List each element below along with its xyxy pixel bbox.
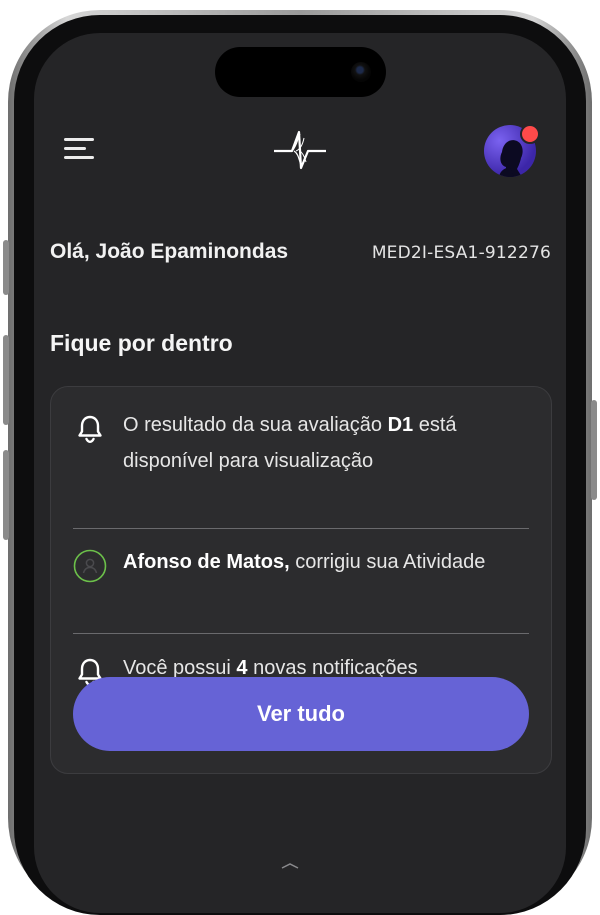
notification-dot bbox=[520, 124, 540, 144]
profile-button[interactable] bbox=[484, 124, 540, 179]
waveform-logo-icon bbox=[274, 130, 326, 170]
notification-text: O resultado da sua avaliação D1 está dis… bbox=[123, 414, 457, 472]
phone-side-button bbox=[3, 450, 9, 540]
phone-side-button bbox=[3, 240, 9, 295]
updates-card: O resultado da sua avaliação D1 está dis… bbox=[50, 386, 552, 774]
dynamic-island bbox=[215, 47, 386, 97]
section-title: Fique por dentro bbox=[50, 330, 233, 356]
user-greeting: Olá, João Epaminondas bbox=[50, 240, 289, 263]
hamburger-menu-icon[interactable] bbox=[64, 138, 96, 162]
phone-side-button bbox=[591, 400, 597, 500]
scroll-indicator bbox=[281, 863, 299, 869]
bell-icon bbox=[78, 415, 102, 444]
notification-text: Afonso de Matos, corrigiu sua Atividade bbox=[123, 551, 486, 573]
phone-side-button bbox=[3, 335, 9, 425]
front-camera bbox=[351, 62, 371, 82]
app-screen: Olá, João Epaminondas MED2I-ESA1-912276 … bbox=[34, 33, 566, 913]
user-circle-icon bbox=[73, 549, 107, 583]
user-code: MED2I-ESA1-912276 bbox=[371, 243, 551, 263]
divider bbox=[73, 528, 529, 529]
divider bbox=[73, 633, 529, 634]
view-all-button[interactable]: Ver tudo bbox=[73, 677, 529, 751]
